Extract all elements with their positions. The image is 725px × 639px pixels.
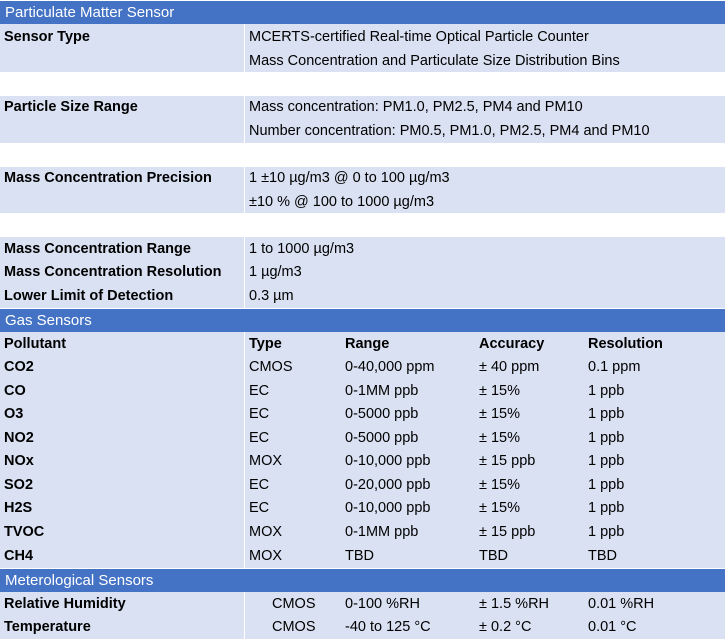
pm-value-line: 1 ±10 µg/m3 @ 0 to 100 µg/m3 [249,170,450,186]
gas-header-type: Type [249,336,282,352]
gas-resolution: 1 ppb [588,453,625,469]
pm-label: Sensor Type [4,29,90,45]
pm-value-line: 1 µg/m3 [249,264,302,280]
gas-range: 0-5000 ppb [345,430,419,446]
gas-resolution: 1 ppb [588,406,625,422]
pm-value-line: ±10 % @ 100 to 1000 µg/m3 [249,194,435,210]
gas-type: CMOS [249,359,293,375]
gas-range: TBD [345,548,374,564]
gas-pollutant: CO2 [4,359,34,375]
gas-resolution: 1 ppb [588,524,625,540]
met-type: CMOS [272,596,316,612]
gas-type: EC [249,406,270,422]
pm-value-line: Mass concentration: PM1.0, PM2.5, PM4 an… [249,99,583,115]
met-sensor: Temperature [4,619,91,635]
pm-value-line: Mass Concentration and Particulate Size … [249,53,620,69]
gas-accuracy: ± 15% [479,430,521,446]
gas-accuracy: ± 15% [479,500,521,516]
gas-type: EC [249,477,270,493]
pm-label: Lower Limit of Detection [4,288,174,304]
gas-accuracy: ± 15% [479,406,521,422]
gas-header-accuracy: Accuracy [479,336,545,352]
gas-pollutant: NO2 [4,430,34,446]
gas-resolution: 0.1 ppm [588,359,641,375]
gas-accuracy: ± 15 ppb [479,453,536,469]
gas-resolution: 1 ppb [588,383,625,399]
met-range: 0-100 %RH [345,596,420,612]
pm-column-divider [244,24,245,308]
section-header-gas: Gas Sensors [0,308,725,332]
gas-pollutant: TVOC [4,524,45,540]
gas-header-range: Range [345,336,390,352]
gas-resolution: 1 ppb [588,477,625,493]
met-accuracy: ± 1.5 %RH [479,596,550,612]
gas-type: MOX [249,453,283,469]
pm-label: Particle Size Range [4,99,138,115]
gas-accuracy: ± 15% [479,477,521,493]
gas-resolution: 1 ppb [588,430,625,446]
gas-accuracy: ± 15% [479,383,521,399]
gas-header-pollutant: Pollutant [4,336,67,352]
gas-range: 0-10,000 ppb [345,453,431,469]
gas-type: EC [249,500,270,516]
pm-value-line: MCERTS-certified Real-time Optical Parti… [249,29,589,45]
met-accuracy: ± 0.2 °C [479,619,532,635]
gas-range: 0-40,000 ppm [345,359,435,375]
gas-pollutant: H2S [4,500,33,516]
gas-type: EC [249,383,270,399]
gas-pollutant: CH4 [4,548,34,564]
gas-accuracy: ± 40 ppm [479,359,540,375]
section-header-meteorological: Meterological Sensors [0,568,725,592]
pm-label: Mass Concentration Precision [4,170,212,186]
gas-range: 0-10,000 ppb [345,500,431,516]
met-type: CMOS [272,619,316,635]
gas-range: 0-20,000 ppb [345,477,431,493]
gas-resolution: 1 ppb [588,500,625,516]
pm-gap-2 [0,143,725,167]
gas-range: 0-5000 ppb [345,406,419,422]
pm-gap-3 [0,213,725,237]
pm-value-line: 1 to 1000 µg/m3 [249,241,355,257]
met-range: -40 to 125 °C [345,619,431,635]
met-sensor: Relative Humidity [4,596,126,612]
gas-resolution: TBD [588,548,617,564]
met-resolution: 0.01 %RH [588,596,655,612]
met-resolution: 0.01 °C [588,619,637,635]
gas-range: 0-1MM ppb [345,383,419,399]
spec-sheet: Particulate Matter Sensor Sensor Type MC… [0,0,725,639]
gas-range: 0-1MM ppb [345,524,419,540]
pm-value-line: Number concentration: PM0.5, PM1.0, PM2.… [249,123,650,139]
pm-label: Mass Concentration Resolution [4,264,222,280]
gas-type: EC [249,430,270,446]
pm-value-line: 0.3 µm [249,288,294,304]
met-column-divider [244,592,245,639]
gas-column-divider [244,332,245,568]
pm-gap-1 [0,72,725,96]
gas-pollutant: O3 [4,406,24,422]
gas-pollutant: CO [4,383,26,399]
gas-accuracy: ± 15 ppb [479,524,536,540]
gas-pollutant: NOx [4,453,34,469]
gas-accuracy: TBD [479,548,508,564]
pm-label: Mass Concentration Range [4,241,191,257]
section-header-particulate: Particulate Matter Sensor [0,0,725,24]
gas-header-resolution: Resolution [588,336,663,352]
gas-type: MOX [249,548,283,564]
gas-pollutant: SO2 [4,477,34,493]
gas-type: MOX [249,524,283,540]
